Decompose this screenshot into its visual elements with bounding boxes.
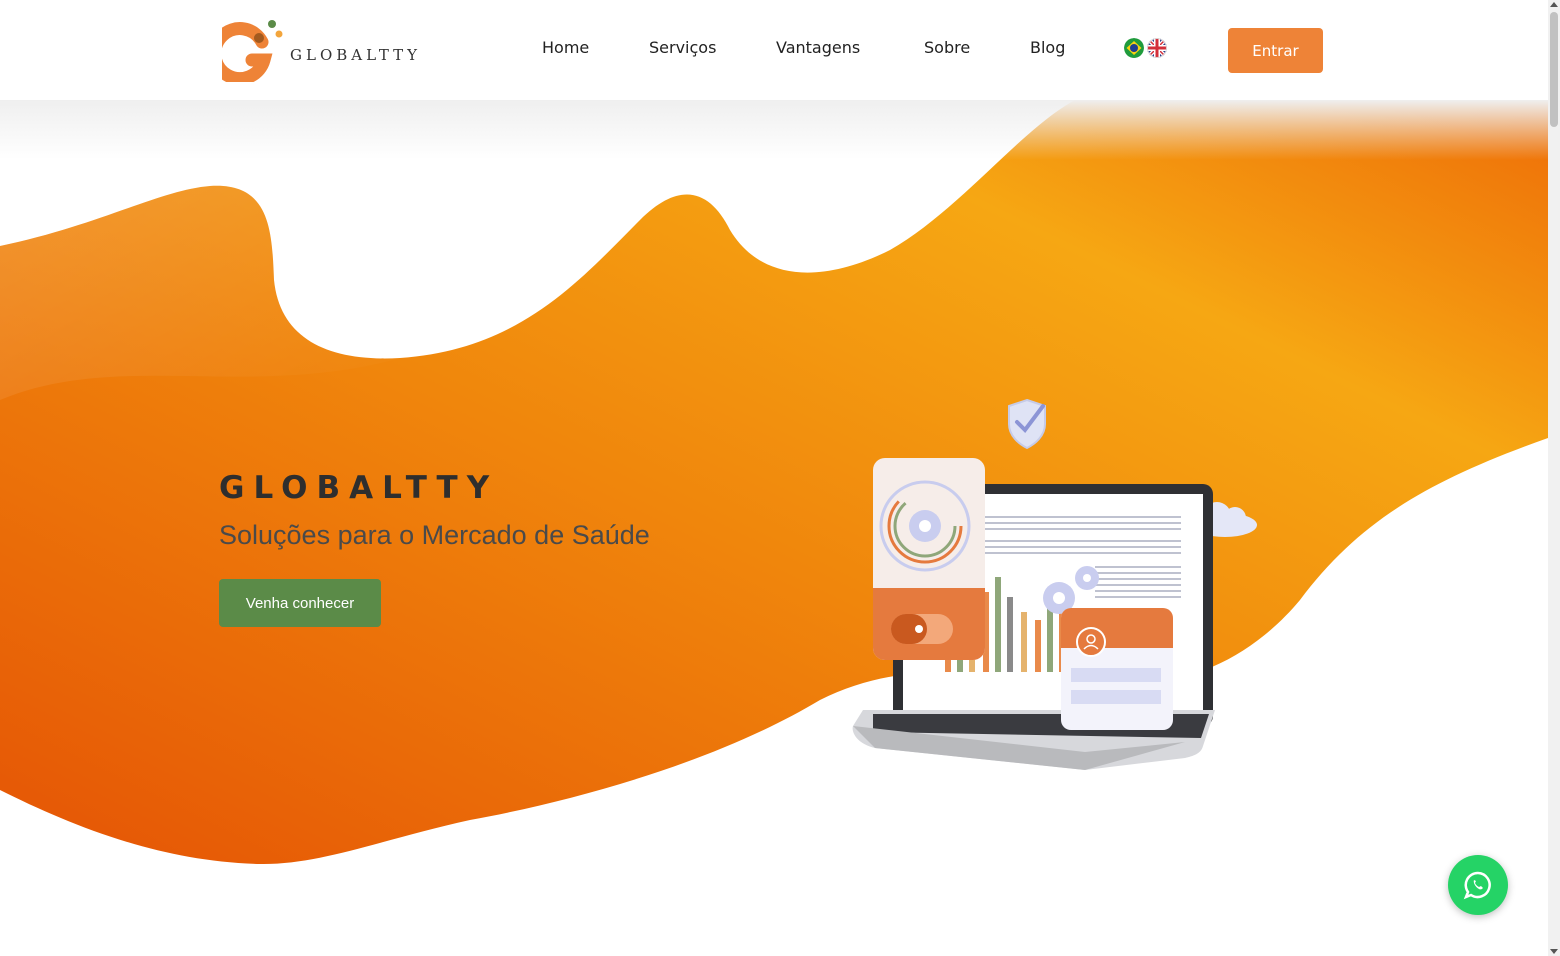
header-shadow xyxy=(0,100,1548,160)
venha-conhecer-button[interactable]: Venha conhecer xyxy=(219,579,381,627)
hero-title: GLOBALTTY xyxy=(219,470,499,506)
uk-flag-icon[interactable] xyxy=(1147,38,1167,58)
language-switcher xyxy=(1124,38,1167,58)
logo-mark-icon xyxy=(222,20,283,82)
nav-link-vantagens[interactable]: Vantagens xyxy=(776,38,860,57)
shield-check-icon xyxy=(1008,398,1046,450)
nav-link-home[interactable]: Home xyxy=(542,38,589,57)
gauge-card-graphic xyxy=(873,458,985,660)
nav-link-blog[interactable]: Blog xyxy=(1030,38,1065,57)
brand-logo[interactable]: GLOBALTTY xyxy=(222,18,422,82)
user-profile-card-graphic xyxy=(1061,608,1173,730)
login-button[interactable]: Entrar xyxy=(1228,28,1323,73)
page-scrollbar[interactable] xyxy=(1548,0,1560,956)
nav-link-sobre[interactable]: Sobre xyxy=(924,38,970,57)
site-header: GLOBALTTY Home Serviços Vantagens Sobre … xyxy=(0,0,1548,100)
scroll-up-arrow-icon[interactable] xyxy=(1550,2,1558,7)
scroll-down-arrow-icon[interactable] xyxy=(1550,949,1558,954)
hero-subtitle: Soluções para o Mercado de Saúde xyxy=(219,520,650,550)
laptop-dashboard-illustration xyxy=(852,398,1257,770)
nav-link-servicos[interactable]: Serviços xyxy=(649,38,716,57)
scroll-thumb[interactable] xyxy=(1550,12,1558,127)
whatsapp-button[interactable] xyxy=(1448,855,1508,915)
whatsapp-icon xyxy=(1463,871,1491,900)
brazil-flag-icon[interactable] xyxy=(1124,38,1144,58)
logo-text: GLOBALTTY xyxy=(290,46,422,64)
